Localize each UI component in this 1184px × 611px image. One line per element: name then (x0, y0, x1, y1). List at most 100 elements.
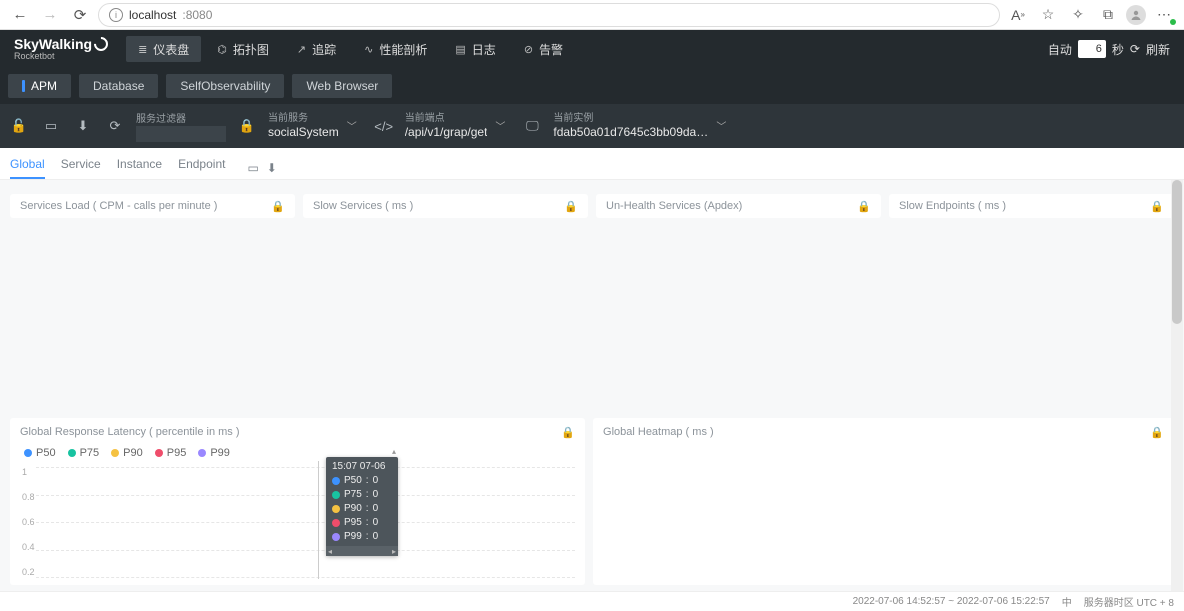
hover-vline (318, 461, 319, 579)
time-range[interactable]: 2022-07-06 14:52:57 ~ 2022-07-06 15:22:5… (853, 596, 1050, 607)
lock-icon[interactable]: 🔒 (564, 200, 578, 213)
service-lock-icon[interactable]: 🔒 (236, 115, 258, 137)
topology-icon: ⌬ (217, 43, 227, 56)
ptab-instance[interactable]: Instance (117, 157, 162, 179)
filter-label: 服务过滤器 (136, 110, 226, 125)
card-slow-services: Slow Services ( ms )🔒 (303, 194, 588, 218)
legend-dot-p50 (24, 449, 32, 457)
lock-icon[interactable]: 🔒 (1150, 426, 1164, 439)
trace-icon: ↗ (297, 43, 306, 56)
latency-legend: P50 P75 P90 P95 P99 (24, 447, 575, 459)
url-host: localhost (129, 8, 176, 22)
forward-button[interactable]: → (38, 3, 62, 27)
nav-profile[interactable]: ∿性能剖析 (352, 36, 439, 62)
current-instance-dropdown[interactable]: 当前实例 fdab50a01d7645c3bb09dae45... ﹀ (553, 113, 732, 139)
tab-database[interactable]: Database (79, 74, 158, 98)
active-indicator (22, 80, 25, 92)
ptab-service[interactable]: Service (61, 157, 101, 179)
dashboard-icon: ≣ (138, 43, 147, 56)
tab-selfobs[interactable]: SelfObservability (166, 74, 284, 98)
instance-dd-label: 当前实例 (553, 113, 708, 125)
refresh-button[interactable]: 刷新 (1146, 41, 1170, 58)
lock-icon[interactable]: 🔒 (857, 200, 871, 213)
tooltip-time: 15:07 07-06 (332, 461, 392, 472)
alarm-icon: ⊘ (524, 43, 533, 56)
favorites-bar-button[interactable]: ✧ (1066, 3, 1090, 27)
service-filter: 服务过滤器 (136, 110, 226, 142)
tooltip-scroll-up[interactable]: ▴ (392, 447, 400, 455)
app-logo[interactable]: SkyWalking Rocketbot (14, 37, 108, 61)
endpoint-dd-label: 当前端点 (405, 113, 488, 125)
panel-global-heatmap: Global Heatmap ( ms ) 🔒 (593, 418, 1174, 585)
y-axis: 1 0.8 0.6 0.4 0.2 (22, 467, 35, 577)
legend-dot-p99 (198, 449, 206, 457)
download-icon[interactable]: ⬇ (72, 115, 94, 137)
collections-button[interactable]: ⧉ (1096, 3, 1120, 27)
nav-alarm[interactable]: ⊘告警 (512, 36, 575, 62)
heatmap-title: Global Heatmap ( ms ) (603, 426, 714, 439)
legend-dot-p95 (155, 449, 163, 457)
card-slow-endpoints: Slow Endpoints ( ms )🔒 (889, 194, 1174, 218)
profile-icon: ∿ (364, 43, 373, 56)
chevron-down-icon: ﹀ (347, 118, 357, 133)
auto-refresh: 自动 6 秒 ⟳ 刷新 (1048, 40, 1170, 58)
tooltip-scroll[interactable]: ◂▸ (326, 546, 398, 556)
latency-title: Global Response Latency ( percentile in … (20, 426, 240, 439)
refresh-icon[interactable]: ⟳ (1130, 42, 1140, 56)
back-button[interactable]: ← (8, 3, 32, 27)
legend-dot-p75 (68, 449, 76, 457)
chevron-down-icon: ﹀ (716, 118, 726, 133)
status-footer: 2022-07-06 14:52:57 ~ 2022-07-06 15:22:5… (0, 591, 1184, 611)
chart-tooltip: 15:07 07-06 P50: 0 P75: 0 P90: 0 P95: 0 … (326, 457, 398, 556)
reload-button[interactable]: ⟳ (68, 3, 92, 27)
folder-icon[interactable]: ▭ (40, 115, 62, 137)
endpoint-dd-value: /api/v1/grap/get (405, 125, 488, 139)
ptab-global[interactable]: Global (10, 157, 45, 179)
timezone-label: 服务器时区 UTC + 8 (1084, 594, 1174, 609)
site-info-icon[interactable]: i (109, 8, 123, 22)
logo-subtext: Rocketbot (14, 52, 108, 61)
card-unhealth-services: Un-Health Services (Apdex)🔒 (596, 194, 881, 218)
auto-label: 自动 (1048, 41, 1072, 58)
content-scrollbar[interactable] (1171, 180, 1183, 591)
instance-monitor-icon: 🖵 (521, 115, 543, 137)
scroll-thumb[interactable] (1172, 180, 1182, 324)
read-aloud-button[interactable]: A» (1006, 3, 1030, 27)
lock-icon[interactable]: 🔒 (561, 426, 575, 439)
more-menu-button[interactable]: ⋯ (1152, 3, 1176, 27)
ptab-endpoint[interactable]: Endpoint (178, 157, 225, 179)
nav-topology[interactable]: ⌬拓扑图 (205, 36, 281, 62)
logo-text: SkyWalking (14, 37, 92, 51)
nav-trace[interactable]: ↗追踪 (285, 36, 348, 62)
page-tabs: Global Service Instance Endpoint ▭ ⬇ (0, 148, 1184, 180)
panel-global-latency: Global Response Latency ( percentile in … (10, 418, 585, 585)
seconds-label: 秒 (1112, 41, 1124, 58)
endpoint-code-icon: </> (373, 115, 395, 137)
address-bar[interactable]: i localhost:8080 (98, 3, 1000, 27)
card-services-load: Services Load ( CPM - calls per minute )… (10, 194, 295, 218)
latency-chart[interactable]: 1 0.8 0.6 0.4 0.2 15:07 07-06 P50: 0 P75… (36, 467, 575, 577)
service-dd-value: socialSystem (268, 125, 339, 139)
selector-bar: 🔓 ▭ ⬇ ⟳ 服务过滤器 🔒 当前服务 socialSystem ﹀ </> … (0, 104, 1184, 148)
nav-dashboard[interactable]: ≣仪表盘 (126, 36, 201, 62)
favorite-button[interactable]: ☆ (1036, 3, 1060, 27)
app-header: SkyWalking Rocketbot ≣仪表盘 ⌬拓扑图 ↗追踪 ∿性能剖析… (0, 30, 1184, 68)
current-service-dropdown[interactable]: 当前服务 socialSystem ﹀ (268, 113, 363, 139)
nav-log[interactable]: ▤日志 (443, 36, 507, 62)
dashboard-content: Services Load ( CPM - calls per minute )… (0, 180, 1184, 591)
lang-toggle[interactable]: 中 (1062, 594, 1072, 609)
lock-icon[interactable]: 🔒 (271, 200, 285, 213)
reload-selectors-icon[interactable]: ⟳ (104, 115, 126, 137)
auto-interval-input[interactable]: 6 (1078, 40, 1106, 58)
browser-chrome: ← → ⟳ i localhost:8080 A» ☆ ✧ ⧉ ⋯ (0, 0, 1184, 30)
tab-apm[interactable]: APM (8, 74, 71, 98)
lock-icon[interactable]: 🔓 (8, 115, 30, 137)
service-filter-input[interactable] (136, 126, 226, 142)
export-icon[interactable]: ⬇ (267, 161, 277, 175)
open-folder-icon[interactable]: ▭ (247, 161, 258, 175)
lock-icon[interactable]: 🔒 (1150, 200, 1164, 213)
category-tabs: APM Database SelfObservability Web Brows… (0, 68, 1184, 104)
current-endpoint-dropdown[interactable]: 当前端点 /api/v1/grap/get ﹀ (405, 113, 512, 139)
tab-webbrowser[interactable]: Web Browser (292, 74, 392, 98)
profile-avatar[interactable] (1126, 5, 1146, 25)
